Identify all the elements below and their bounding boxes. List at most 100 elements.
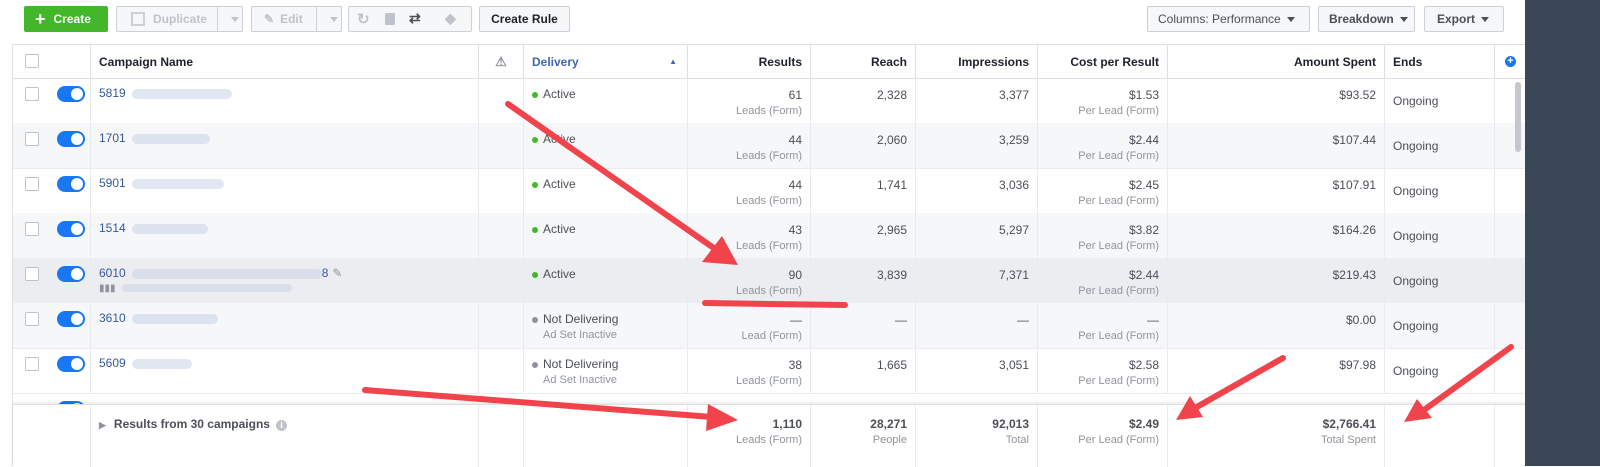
total-cpr-label: Per Lead (Form) bbox=[1078, 434, 1159, 446]
reach-value: 1,665 bbox=[876, 358, 907, 372]
cpr-value: $2.58 bbox=[1128, 358, 1159, 372]
table-row[interactable]: 3610 Not Delivering Ad Set Inactive — Lead (… bbox=[13, 303, 1526, 349]
compare-icon[interactable]: ⇄ bbox=[409, 10, 421, 27]
total-results: 1,110 bbox=[772, 417, 802, 431]
table-scrollbar[interactable] bbox=[1515, 82, 1521, 152]
trash-icon[interactable] bbox=[385, 13, 395, 25]
row-checkbox[interactable] bbox=[25, 222, 39, 236]
campaigns-table: Campaign Name ⚠ Delivery ▲ Results Reach … bbox=[12, 44, 1526, 467]
reach-value: 3,839 bbox=[876, 268, 907, 282]
campaign-toggle[interactable] bbox=[57, 131, 85, 147]
impressions-value: 3,377 bbox=[998, 88, 1029, 102]
spent-value: $0.00 bbox=[1345, 313, 1376, 327]
row-checkbox[interactable] bbox=[25, 267, 39, 281]
row-checkbox[interactable] bbox=[25, 177, 39, 191]
total-spent-label: Total Spent bbox=[1320, 434, 1376, 446]
campaign-name-link[interactable]: 5609 bbox=[99, 356, 126, 370]
total-impressions: 92,013 bbox=[992, 417, 1029, 431]
edit-pencil-icon[interactable]: ✎ bbox=[332, 266, 342, 280]
cpr-label: Per Lead (Form) bbox=[1078, 150, 1159, 162]
table-row[interactable]: 5819 Active 61 Leads (Form) 2,328 3,377 $1.53 P… bbox=[13, 78, 1526, 124]
ends-value: Ongoing bbox=[1385, 348, 1495, 393]
table-row[interactable]: 1514 Active 43 Leads (Form) 2,965 5,297 $3.82 P… bbox=[13, 213, 1526, 259]
campaign-toggle[interactable] bbox=[57, 221, 85, 237]
add-column-icon[interactable]: + bbox=[1505, 56, 1516, 67]
status-dot bbox=[532, 361, 538, 368]
impressions-value: 3,259 bbox=[998, 133, 1029, 147]
col-ends[interactable]: Ends bbox=[1385, 45, 1495, 78]
row-checkbox[interactable] bbox=[25, 357, 39, 371]
col-reach[interactable]: Reach bbox=[811, 45, 916, 78]
delivery-status: Active bbox=[543, 132, 576, 146]
redacted-text bbox=[121, 284, 292, 293]
ends-value: Ongoing bbox=[1385, 213, 1495, 258]
delivery-substatus: Ad Set Inactive bbox=[543, 329, 617, 341]
results-label: Leads (Form) bbox=[735, 195, 802, 207]
chevron-down-icon bbox=[1481, 16, 1490, 22]
col-impressions[interactable]: Impressions bbox=[916, 45, 1038, 78]
campaign-name-link[interactable]: 1514 bbox=[99, 221, 126, 235]
sort-up-icon: ▲ bbox=[669, 57, 677, 66]
spent-value: $219.43 bbox=[1332, 268, 1376, 282]
chevron-down-icon bbox=[231, 17, 239, 22]
delivery-status: Active bbox=[543, 177, 576, 191]
cpr-value: $3.82 bbox=[1128, 223, 1159, 237]
col-amount-spent[interactable]: Amount Spent bbox=[1168, 45, 1385, 78]
results-label: Leads (Form) bbox=[735, 375, 802, 387]
table-row[interactable]: 6010 8 ✎ ▮▮▮ Active 90 Leads (Form) 3,839 7,371 $… bbox=[13, 258, 1526, 304]
campaign-name-link[interactable]: 5819 bbox=[99, 86, 126, 100]
table-row[interactable]: 5609 Not Delivering Ad Set Inactive 38 Leads… bbox=[13, 348, 1526, 394]
refresh-icon[interactable]: ↻ bbox=[357, 10, 370, 28]
results-label: Leads (Form) bbox=[735, 285, 802, 297]
cpr-value: $2.45 bbox=[1128, 178, 1159, 192]
table-row[interactable]: 5901 Active 44 Leads (Form) 1,741 3,036 $2.45 P… bbox=[13, 168, 1526, 214]
campaign-toggle[interactable] bbox=[57, 86, 85, 102]
info-icon[interactable]: i bbox=[275, 420, 287, 431]
campaign-name-link[interactable]: 6010 bbox=[99, 266, 126, 280]
spent-value: $107.91 bbox=[1332, 178, 1376, 192]
status-dot bbox=[532, 181, 538, 188]
row-checkbox[interactable] bbox=[25, 312, 39, 326]
expand-caret-icon[interactable]: ▶ bbox=[99, 420, 106, 430]
chevron-down-icon bbox=[1399, 16, 1408, 22]
duplicate-icon bbox=[131, 12, 145, 26]
ends-value: Ongoing bbox=[1385, 258, 1495, 303]
row-checkbox[interactable] bbox=[25, 87, 39, 101]
row-checkbox[interactable] bbox=[25, 132, 39, 146]
bar-chart-icon[interactable]: ▮▮▮ bbox=[99, 283, 116, 294]
results-value: 44 bbox=[788, 178, 802, 192]
pencil-icon: ✎ bbox=[264, 12, 275, 26]
col-delivery[interactable]: Delivery ▲ bbox=[524, 45, 688, 78]
table-row[interactable]: 1701 Active 44 Leads (Form) 2,060 3,259 $2.44 P… bbox=[13, 123, 1526, 169]
select-all-checkbox[interactable] bbox=[25, 54, 39, 68]
col-cost-per-result[interactable]: Cost per Result bbox=[1038, 45, 1168, 78]
results-label: Leads (Form) bbox=[735, 105, 802, 117]
campaign-toggle[interactable] bbox=[57, 266, 85, 282]
cpr-value: $1.53 bbox=[1128, 88, 1159, 102]
cpr-label: Per Lead (Form) bbox=[1078, 285, 1159, 297]
export-dropdown[interactable]: Export bbox=[1424, 6, 1504, 32]
campaign-name-link[interactable]: 3610 bbox=[99, 311, 126, 325]
col-campaign-name[interactable]: Campaign Name bbox=[91, 45, 479, 78]
results-value: 90 bbox=[788, 268, 802, 282]
row-subactions: ▮▮▮ bbox=[99, 283, 470, 294]
campaign-toggle[interactable] bbox=[57, 356, 85, 372]
campaign-name-link[interactable]: 5901 bbox=[99, 176, 126, 190]
create-rule-button[interactable]: Create Rule bbox=[479, 6, 570, 32]
duplicate-button[interactable]: Duplicate bbox=[116, 6, 243, 32]
columns-dropdown[interactable]: Columns: Performance bbox=[1147, 6, 1310, 32]
campaign-toggle[interactable] bbox=[57, 176, 85, 192]
edit-button[interactable]: ✎ Edit bbox=[251, 6, 342, 32]
breakdown-dropdown[interactable]: Breakdown bbox=[1318, 6, 1415, 32]
create-button[interactable]: + Create bbox=[24, 6, 108, 32]
plus-icon: + bbox=[35, 9, 46, 29]
campaign-toggle[interactable] bbox=[57, 311, 85, 327]
tag-icon[interactable]: ◆ bbox=[445, 10, 456, 27]
cpr-value: $2.44 bbox=[1128, 268, 1159, 282]
total-impressions-label: Total bbox=[1005, 434, 1029, 446]
delivery-status: Active bbox=[543, 267, 576, 281]
col-warnings[interactable]: ⚠ bbox=[479, 45, 524, 78]
campaign-name-link[interactable]: 1701 bbox=[99, 131, 126, 145]
spent-value: $164.26 bbox=[1332, 223, 1376, 237]
col-results[interactable]: Results bbox=[688, 45, 811, 78]
